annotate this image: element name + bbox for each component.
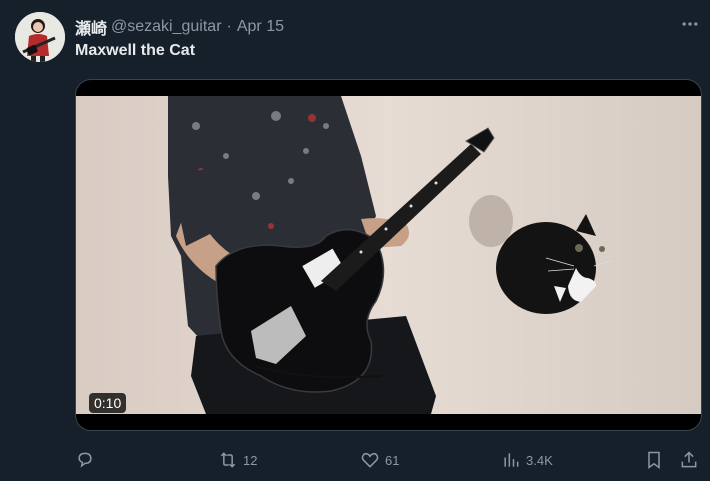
retweet-count: 12	[243, 452, 258, 468]
bookmark-button[interactable]	[644, 448, 664, 472]
reply-button[interactable]	[75, 448, 100, 472]
retweet-icon	[220, 452, 236, 468]
user-handle[interactable]: @sezaki_guitar	[111, 18, 222, 36]
tweet-header: 瀬崎 @sezaki_guitar · Apr 15	[75, 15, 284, 39]
avatar[interactable]	[15, 12, 65, 62]
heart-icon	[361, 452, 379, 468]
reply-icon	[78, 452, 92, 468]
views-icon	[504, 453, 519, 467]
separator-dot: ·	[226, 18, 232, 35]
views-button[interactable]: 3.4K	[501, 448, 553, 472]
tweet-text: Maxwell the Cat	[75, 42, 196, 59]
share-button[interactable]	[679, 448, 699, 472]
bookmark-icon	[648, 451, 660, 469]
tweet: 瀬崎 @sezaki_guitar · Apr 15 Maxwell the C…	[0, 0, 710, 481]
like-button[interactable]: 61	[360, 448, 399, 472]
action-bar: 12 61 3.4K	[75, 448, 705, 472]
views-count: 3.4K	[526, 452, 553, 468]
display-name[interactable]: 瀬崎	[75, 15, 107, 39]
like-count: 61	[385, 452, 400, 468]
video-duration: 0:10	[89, 393, 127, 413]
more-button[interactable]	[678, 14, 702, 34]
avatar-image	[15, 12, 65, 62]
tweet-date[interactable]: Apr 15	[237, 18, 284, 36]
retweet-button[interactable]: 12	[218, 448, 257, 472]
share-icon	[681, 451, 697, 468]
more-icon	[682, 22, 698, 26]
video-player[interactable]: 0:10	[75, 79, 702, 431]
video-frame	[76, 96, 701, 414]
